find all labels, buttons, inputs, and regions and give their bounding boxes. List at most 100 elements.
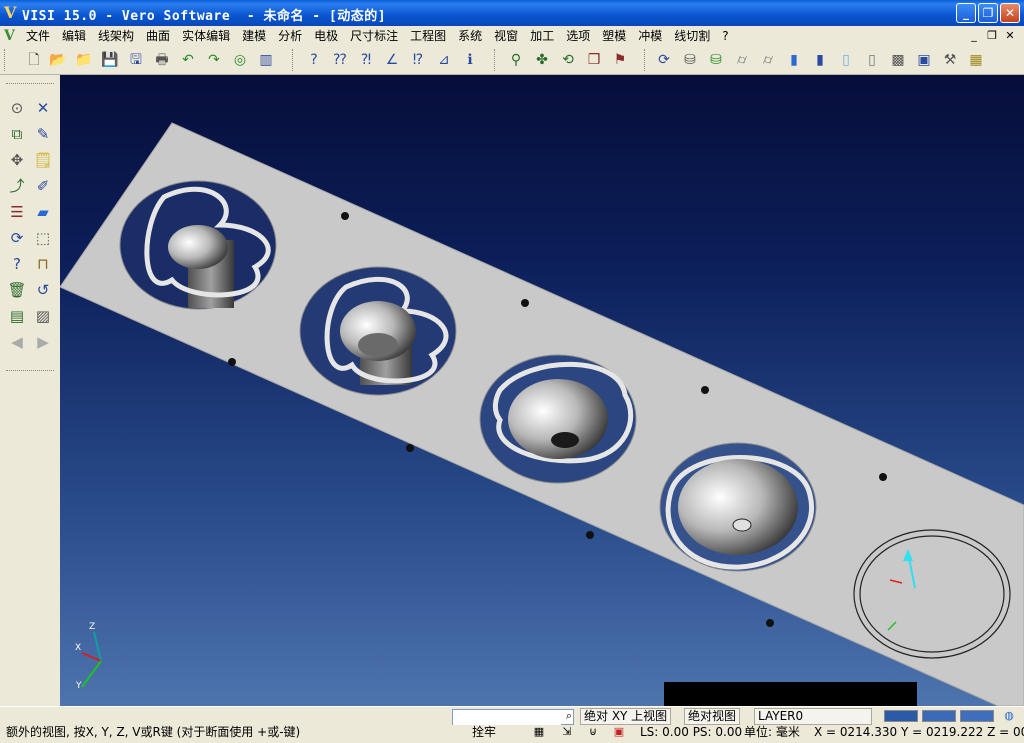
- menu-item[interactable]: 曲面: [140, 28, 176, 44]
- menu-item[interactable]: 工程图: [404, 28, 452, 44]
- cylinder-gray-icon[interactable]: ⛁: [680, 50, 700, 70]
- layer-selector[interactable]: LAYER0: [754, 708, 872, 725]
- doc-close-button[interactable]: ✕: [1002, 28, 1018, 43]
- image-preview-icon[interactable]: ▨: [32, 305, 54, 327]
- magnet-icon[interactable]: ⊍: [586, 725, 600, 739]
- query-entity-icon[interactable]: ⁉: [408, 50, 428, 70]
- delete-icon[interactable]: 🗑: [6, 279, 28, 301]
- globe-icon[interactable]: ◍: [1002, 709, 1016, 723]
- back-arrow-icon[interactable]: ◀: [6, 331, 28, 353]
- doc-minimize-button[interactable]: _: [966, 28, 982, 43]
- cursor-icon[interactable]: ⇲: [560, 725, 574, 739]
- close-button[interactable]: ✕: [1000, 3, 1020, 23]
- attribute-icon[interactable]: ⚑: [610, 50, 630, 70]
- cylinder-outline-icon[interactable]: ⌭: [732, 50, 752, 70]
- undo-icon[interactable]: ↶: [178, 50, 198, 70]
- zoom-view-icon[interactable]: ⊙: [6, 97, 28, 119]
- minimize-button[interactable]: _: [956, 3, 976, 23]
- properties-icon[interactable]: ▤: [6, 305, 28, 327]
- command-field[interactable]: ⌕: [452, 709, 574, 725]
- draw-line-icon[interactable]: ✐: [32, 175, 54, 197]
- menu-item[interactable]: 冲模: [632, 28, 668, 44]
- layer-icon[interactable]: ▣: [914, 50, 934, 70]
- menu-item[interactable]: 电极: [308, 28, 344, 44]
- new-file-icon[interactable]: 🗋: [24, 50, 44, 70]
- tools-icon[interactable]: ⚒: [940, 50, 960, 70]
- menu-item[interactable]: 编辑: [56, 28, 92, 44]
- window-split-icon[interactable]: ▥: [256, 50, 276, 70]
- record-icon[interactable]: ▣: [612, 725, 626, 739]
- search-icon[interactable]: ⌕: [566, 709, 572, 723]
- query-angle-icon[interactable]: ∠: [382, 50, 402, 70]
- shape-icon[interactable]: ✤: [532, 50, 552, 70]
- query-point-icon[interactable]: ⁇: [330, 50, 350, 70]
- cylinder-hidden-icon[interactable]: ▯: [862, 50, 882, 70]
- fit-window-icon[interactable]: ⧉: [6, 123, 28, 145]
- menu-item[interactable]: 加工: [524, 28, 560, 44]
- zoom-icon[interactable]: ◎: [230, 50, 250, 70]
- tree-icon[interactable]: ⚲: [506, 50, 526, 70]
- open-file-icon[interactable]: 📂: [48, 50, 68, 70]
- forward-arrow-icon[interactable]: ▶: [32, 331, 54, 353]
- regenerate-icon[interactable]: ⟳: [654, 50, 674, 70]
- save-icon[interactable]: 💾: [100, 50, 120, 70]
- menu-item[interactable]: 尺寸标注: [344, 28, 404, 44]
- cube-icon[interactable]: ⬚: [32, 227, 54, 249]
- snap-toggle[interactable]: 拴牢: [472, 725, 496, 740]
- doc-restore-button[interactable]: ❐: [984, 28, 1000, 43]
- layers-icon[interactable]: ☰: [6, 201, 28, 223]
- refresh-icon[interactable]: ⟳: [6, 227, 28, 249]
- toolbar-grip[interactable]: [4, 49, 8, 71]
- cylinder-wire-icon[interactable]: ⌭: [758, 50, 778, 70]
- color-swatch[interactable]: [922, 710, 956, 722]
- question-icon[interactable]: ?: [6, 253, 28, 275]
- menu-item[interactable]: 线切割: [668, 28, 716, 44]
- palette-grip[interactable]: [6, 370, 54, 371]
- query-distance-icon[interactable]: ⁈: [356, 50, 376, 70]
- menu-item[interactable]: 系统: [452, 28, 488, 44]
- menu-item[interactable]: 选项: [560, 28, 596, 44]
- cylinder-mesh-icon[interactable]: ▩: [888, 50, 908, 70]
- sketch-icon[interactable]: ✎: [32, 123, 54, 145]
- dynamic-rotate-icon[interactable]: ⤴: [6, 175, 28, 197]
- query-info-icon[interactable]: ℹ: [460, 50, 480, 70]
- save-as-icon[interactable]: 🖫: [126, 50, 146, 70]
- surface-icon[interactable]: ▰: [32, 201, 54, 223]
- menu-item[interactable]: 实体编辑: [176, 28, 236, 44]
- color-swatch[interactable]: [884, 710, 918, 722]
- import-file-icon[interactable]: 📁: [74, 50, 94, 70]
- help-icon[interactable]: ?: [304, 50, 324, 70]
- cylinder-blue-icon[interactable]: ▮: [784, 50, 804, 70]
- cylinder-shaded-icon[interactable]: ▮: [810, 50, 830, 70]
- grid-snap-icon[interactable]: ▦: [532, 725, 546, 739]
- menu-item[interactable]: 建模: [236, 28, 272, 44]
- note-icon[interactable]: 🗒: [32, 149, 54, 171]
- solid-icon[interactable]: ❒: [584, 50, 604, 70]
- menu-item[interactable]: 塑模: [596, 28, 632, 44]
- menu-item[interactable]: 分析: [272, 28, 308, 44]
- menu-item[interactable]: 文件: [20, 28, 56, 44]
- query-radius-icon[interactable]: ⊿: [434, 50, 454, 70]
- view-xy-top-button[interactable]: 绝对 XY 上视图: [580, 708, 672, 725]
- document-icon[interactable]: V: [4, 28, 18, 44]
- toolbar-grip[interactable]: [292, 49, 296, 71]
- palette-grip[interactable]: [6, 83, 54, 84]
- view-absolute-button[interactable]: 绝对视图: [684, 708, 741, 725]
- toolbar-grip[interactable]: [644, 49, 648, 71]
- toolbar-grip[interactable]: [494, 49, 498, 71]
- undo-history-icon[interactable]: ↺: [32, 279, 54, 301]
- restore-button[interactable]: ❐: [978, 3, 998, 23]
- menu-item[interactable]: 视窗: [488, 28, 524, 44]
- rotate-view-icon[interactable]: ✥: [6, 149, 28, 171]
- transform-icon[interactable]: ⟲: [558, 50, 578, 70]
- menu-item[interactable]: 线架构: [92, 28, 140, 44]
- grid-icon[interactable]: ▦: [966, 50, 986, 70]
- menu-item[interactable]: ?: [716, 28, 734, 44]
- command-input[interactable]: [453, 712, 561, 725]
- redo-icon[interactable]: ↷: [204, 50, 224, 70]
- cylinder-green-icon[interactable]: ⛁: [706, 50, 726, 70]
- color-swatch[interactable]: [960, 710, 994, 722]
- dimension-icon[interactable]: ⊓: [32, 253, 54, 275]
- 3d-viewport[interactable]: Z X Y: [60, 75, 1024, 706]
- print-icon[interactable]: 🖶: [152, 50, 172, 70]
